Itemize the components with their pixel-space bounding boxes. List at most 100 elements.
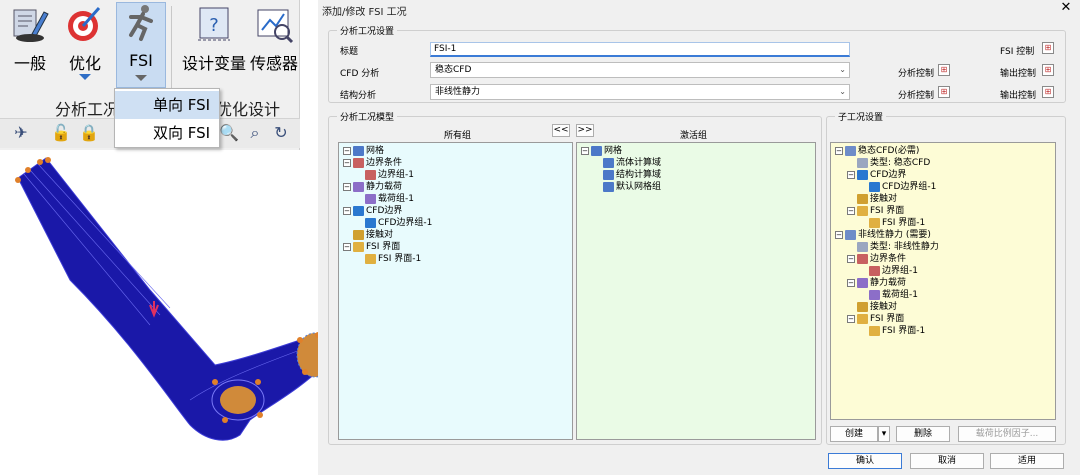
case-settings-legend: 分析工况设置	[340, 27, 395, 37]
zoom-icon[interactable]: 🔍	[218, 122, 240, 144]
tree-item-cfd-boundary[interactable]: − CFD边界	[343, 205, 402, 217]
tree-item-fsi-interface-1[interactable]: FSI 界面-1	[869, 217, 925, 229]
load-icon	[353, 181, 364, 192]
struct-output-control-icon[interactable]: ⊞	[1042, 86, 1054, 98]
tree-item-static-load[interactable]: − 静力载荷	[343, 181, 402, 193]
struct-analysis-control-icon[interactable]: ⊞	[938, 86, 950, 98]
optimization-group-label: 优化设计	[216, 100, 281, 119]
confirm-button[interactable]: 确认	[828, 453, 902, 469]
tree-item-contact[interactable]: 接触对	[857, 193, 897, 205]
tree-item-contact-2[interactable]: 接触对	[857, 301, 897, 313]
all-groups-label: 所有组	[444, 131, 472, 141]
tree-item-static-type[interactable]: 类型: 非线性静力	[857, 241, 939, 253]
all-groups-tree[interactable]: − 网格 − 边界条件 边界组-1 − 静力载荷 载荷组-1 − CFD边界 CFD边界…	[338, 142, 573, 440]
tree-item-static-load[interactable]: − 静力载荷	[847, 277, 906, 289]
cancel-button[interactable]: 取消	[910, 453, 984, 469]
close-icon[interactable]: ✕	[1058, 0, 1074, 15]
cfd-analysis-control-label: 分析控制	[898, 69, 935, 79]
chevron-down-icon: ⌄	[839, 65, 846, 74]
tree-item-nonlinear-static[interactable]: − 非线性静力 (需要)	[835, 229, 931, 241]
tree-item-fsi-interface-2[interactable]: − FSI 界面	[847, 313, 904, 325]
tree-item-contact[interactable]: 接触对	[353, 229, 393, 241]
sub-case-tree[interactable]: − 稳态CFD(必需) 类型: 稳态CFD − CFD边界 CFD边界组-1 接触对…	[830, 142, 1056, 420]
tree-item-boundary-group[interactable]: 边界组-1	[869, 265, 918, 277]
load-group-icon	[869, 289, 880, 300]
cfd-boundary-icon	[353, 205, 364, 216]
tree-item-fsi-interface[interactable]: − FSI 界面	[847, 205, 904, 217]
optimization-button[interactable]: 优化	[60, 4, 110, 96]
tree-item-structure-domain[interactable]: 结构计算域	[603, 169, 661, 181]
tree-item-mesh[interactable]: − 网格	[581, 145, 622, 157]
menu-item-two-way-fsi[interactable]: 双向 FSI	[115, 119, 219, 147]
sensor-button[interactable]: 传感器	[250, 4, 298, 96]
tree-item-fsi-interface-1[interactable]: FSI 界面-1	[365, 253, 421, 265]
tree-item-fsi-interface-1b[interactable]: FSI 界面-1	[869, 325, 925, 337]
fsi-button[interactable]: FSI	[116, 2, 166, 88]
fsi-case-dialog: 添加/修改 FSI 工况 ✕ 分析工况设置 标题 FSI-1 FSI 控制 ⊞ …	[318, 0, 1080, 475]
general-button[interactable]: 一般	[6, 4, 54, 96]
fsi-interface-item-icon	[869, 217, 880, 228]
active-groups-tree[interactable]: − 网格 流体计算域 结构计算域 默认网格组	[576, 142, 816, 440]
tree-item-cfd-type[interactable]: 类型: 稳态CFD	[857, 157, 930, 169]
tree-item-load-group[interactable]: 载荷组-1	[869, 289, 918, 301]
pipe-mesh	[15, 157, 318, 441]
menu-item-one-way-fsi[interactable]: 单向 FSI	[115, 91, 219, 119]
dialog-title: 添加/修改 FSI 工况	[322, 7, 407, 18]
cfd-output-control-icon[interactable]: ⊞	[1042, 64, 1054, 76]
boundary-icon	[353, 157, 364, 168]
fluid-domain-icon	[603, 157, 614, 168]
load-factor-button[interactable]: 载荷比例因子...	[958, 426, 1056, 442]
tree-item-boundary[interactable]: − 边界条件	[847, 253, 906, 265]
contact-icon	[857, 193, 868, 204]
tree-item-default-mesh-group[interactable]: 默认网格组	[603, 181, 661, 193]
tree-item-mesh[interactable]: − 网格	[343, 145, 384, 157]
cfd-analysis-control-icon[interactable]: ⊞	[938, 64, 950, 76]
unlock-icon[interactable]: 🔓	[50, 122, 72, 144]
rotate-icon[interactable]: ↻	[270, 122, 292, 144]
create-button[interactable]: 创建	[830, 426, 878, 442]
move-right-button[interactable]: >>	[576, 124, 594, 137]
run-icon[interactable]: ✈	[10, 122, 32, 144]
cfd-analysis-label: CFD 分析	[340, 69, 380, 79]
case-model-legend: 分析工况模型	[340, 113, 395, 123]
title-field[interactable]: FSI-1	[430, 42, 850, 57]
general-settings-icon	[13, 9, 49, 42]
tree-item-boundary[interactable]: − 边界条件	[343, 157, 402, 169]
active-groups-label: 激活组	[680, 131, 708, 141]
struct-analysis-label: 结构分析	[340, 91, 377, 101]
tree-item-cfd-boundary[interactable]: − CFD边界	[847, 169, 906, 181]
fsi-interface-icon	[857, 205, 868, 216]
move-left-button[interactable]: <<	[552, 124, 570, 137]
fsi-control-icon[interactable]: ⊞	[1042, 42, 1054, 54]
tree-item-cfd-boundary-group[interactable]: CFD边界组-1	[869, 181, 936, 193]
tree-item-fsi-interface[interactable]: − FSI 界面	[343, 241, 400, 253]
apply-button[interactable]: 适用	[990, 453, 1064, 469]
delete-button[interactable]: 删除	[896, 426, 950, 442]
create-dropdown-chevron-icon[interactable]: ▾	[878, 426, 890, 442]
type-icon	[857, 241, 868, 252]
tree-item-boundary-group[interactable]: 边界组-1	[365, 169, 414, 181]
steady-cfd-icon	[845, 145, 856, 156]
structure-domain-icon	[603, 169, 614, 180]
contact-icon	[353, 229, 364, 240]
zoom-fit-icon[interactable]: ⌕	[244, 122, 266, 144]
lock-icon[interactable]: 🔒	[78, 122, 100, 144]
struct-analysis-select[interactable]: 非线性静力 ⌄	[430, 84, 850, 100]
svg-text:?: ?	[209, 15, 219, 36]
tree-item-steady-cfd[interactable]: − 稳态CFD(必需)	[835, 145, 919, 157]
analysis-group-label: 分析工况	[55, 100, 120, 119]
tree-item-cfd-boundary-group[interactable]: CFD边界组-1	[365, 217, 432, 229]
cfd-output-control-label: 输出控制	[1000, 69, 1037, 79]
chevron-down-icon[interactable]	[135, 75, 147, 81]
chevron-down-icon[interactable]	[79, 74, 91, 80]
tree-item-load-group[interactable]: 载荷组-1	[365, 193, 414, 205]
load-group-icon	[365, 193, 376, 204]
model-viewport[interactable]	[0, 150, 318, 475]
cfd-analysis-select[interactable]: 稳态CFD ⌄	[430, 62, 850, 78]
tree-item-fluid-domain[interactable]: 流体计算域	[603, 157, 661, 169]
design-variable-button[interactable]: ? 设计变量	[182, 4, 246, 96]
fsi-interface-icon	[353, 241, 364, 252]
running-man-icon	[129, 5, 153, 41]
struct-output-control-label: 输出控制	[1000, 91, 1037, 101]
sensor-chart-icon	[257, 9, 294, 44]
